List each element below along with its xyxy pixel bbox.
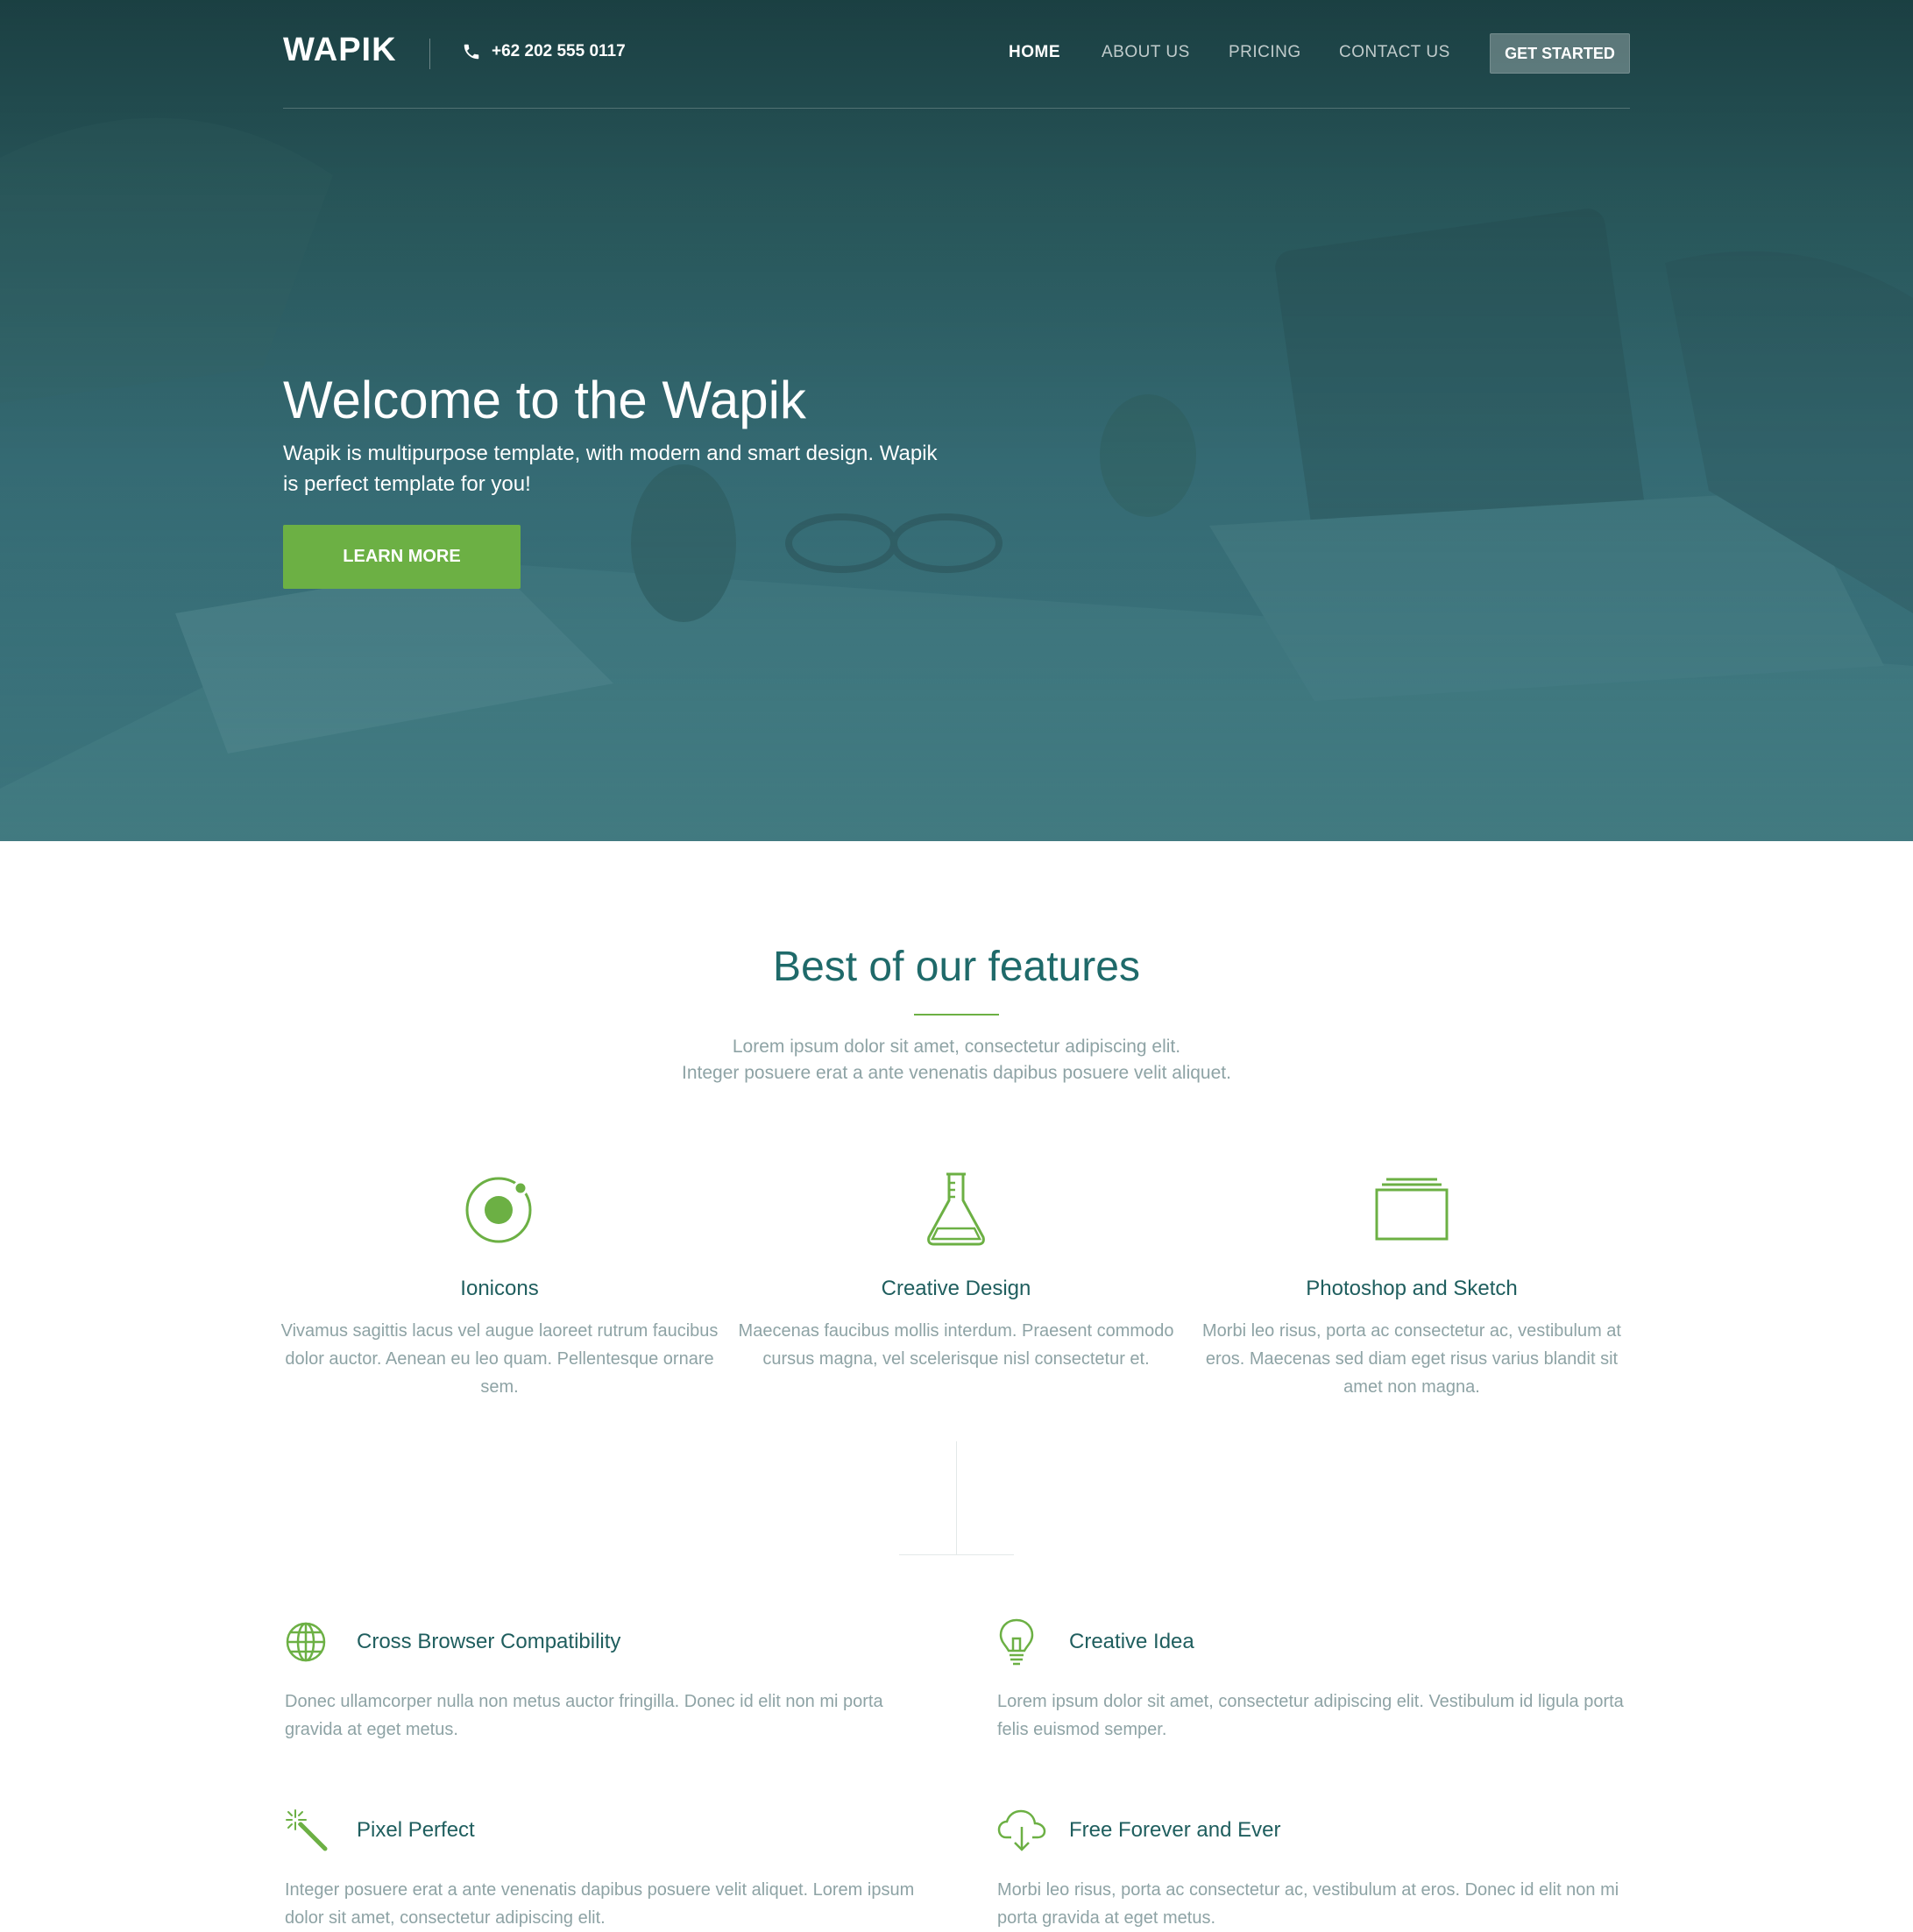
phone-number: +62 202 555 0117: [492, 42, 626, 60]
phone-icon: [464, 44, 479, 60]
feature-title: Photoshop and Sketch: [1306, 1277, 1518, 1300]
feature-card: Creative Design Maecenas faucibus mollis…: [737, 1168, 1175, 1373]
feature-text: Maecenas faucibus mollis interdum. Praes…: [738, 1321, 1174, 1369]
section-subtitle-line: Lorem ipsum dolor sit amet, consectetur …: [732, 1037, 1181, 1057]
section-divider-base: [899, 1554, 1014, 1555]
feature-title: Creative Design: [881, 1277, 1031, 1300]
phone-contact: +62 202 555 0117: [462, 42, 626, 61]
list-item: Cross Browser Compatibility Donec ullamc…: [285, 1617, 916, 1744]
item-text: Morbi leo risus, porta ac consectetur ac…: [997, 1880, 1619, 1928]
nav-about-us[interactable]: ABOUT US: [1102, 43, 1190, 62]
brand-divider: [429, 39, 430, 69]
feature-text: Vivamus sagittis lacus vel augue laoreet…: [280, 1321, 719, 1397]
feature-card: Photoshop and Sketch Morbi leo risus, po…: [1193, 1168, 1631, 1401]
cloud-download-icon: [997, 1809, 1046, 1851]
globe-icon: [286, 1622, 326, 1662]
ionic-icon: [465, 1177, 532, 1243]
item-title: Creative Idea: [1069, 1630, 1194, 1653]
hero-text: Wapik is multipurpose template, with mod…: [283, 442, 938, 496]
list-item: Free Forever and Ever Morbi leo risus, p…: [997, 1806, 1628, 1932]
logo[interactable]: WAPIK: [283, 32, 397, 69]
section-subtitle: Lorem ipsum dolor sit amet, consectetur …: [0, 1034, 1913, 1086]
nav-home[interactable]: HOME: [1009, 43, 1060, 62]
list-item: Creative Idea Lorem ipsum dolor sit amet…: [997, 1617, 1628, 1744]
section-title: Best of our features: [773, 944, 1140, 990]
section-title-underline: [914, 1014, 999, 1016]
magic-wand-icon: [286, 1809, 328, 1851]
hero-section: WAPIK +62 202 555 0117 HOME ABOUT US PRI…: [0, 0, 1913, 841]
flask-icon: [927, 1172, 985, 1246]
item-text: Integer posuere erat a ante venenatis da…: [285, 1880, 915, 1928]
item-text: Lorem ipsum dolor sit amet, consectetur …: [997, 1692, 1624, 1739]
nav-pricing[interactable]: PRICING: [1229, 43, 1301, 62]
lightbulb-icon: [999, 1618, 1034, 1666]
learn-more-button[interactable]: LEARN MORE: [283, 525, 521, 589]
section-subtitle-line: Integer posuere erat a ante venenatis da…: [682, 1063, 1231, 1083]
feature-title: Ionicons: [460, 1277, 539, 1300]
item-title: Pixel Perfect: [357, 1818, 475, 1842]
feature-text: Morbi leo risus, porta ac consectetur ac…: [1202, 1321, 1621, 1397]
hero-title: Welcome to the Wapik: [283, 371, 806, 429]
nav-contact-us[interactable]: CONTACT US: [1339, 43, 1450, 62]
item-title: Free Forever and Ever: [1069, 1818, 1281, 1842]
list-item: Pixel Perfect Integer posuere erat a ant…: [285, 1806, 916, 1932]
feature-card: Ionicons Vivamus sagittis lacus vel augu…: [280, 1168, 719, 1401]
photos-icon: [1375, 1178, 1449, 1241]
header-rule: [283, 108, 1630, 109]
section-divider: [956, 1441, 957, 1555]
item-text: Donec ullamcorper nulla non metus auctor…: [285, 1692, 883, 1739]
get-started-button[interactable]: GET STARTED: [1490, 33, 1630, 74]
item-title: Cross Browser Compatibility: [357, 1630, 621, 1653]
